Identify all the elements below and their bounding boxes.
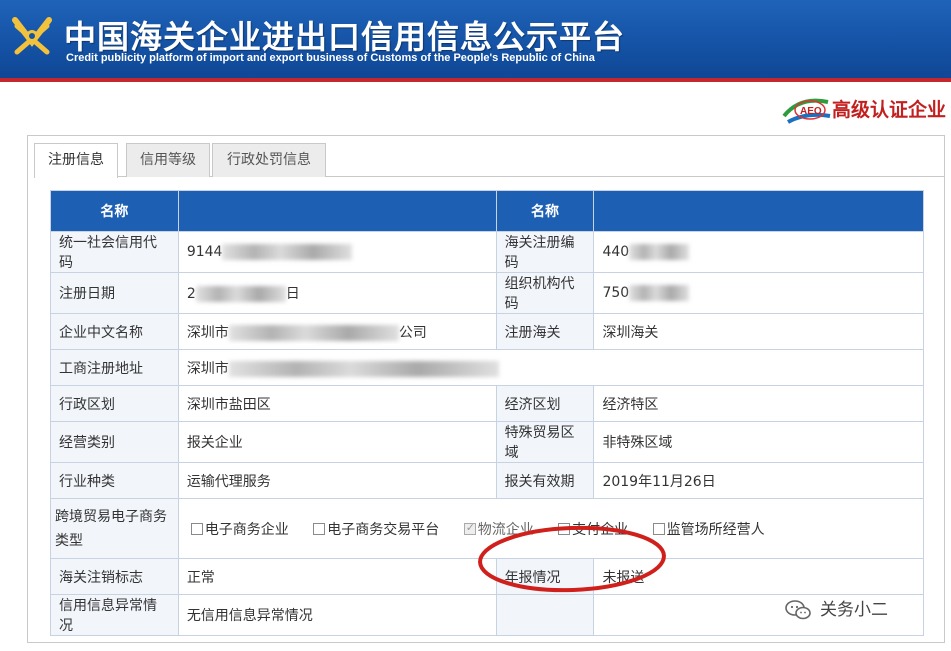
field-value: 深圳市 公司	[177, 313, 497, 350]
column-header-value	[593, 190, 924, 232]
tab-registration-info[interactable]: 注册信息	[34, 143, 118, 178]
table-row: 企业中文名称 深圳市 公司 注册海关 深圳海关	[50, 313, 924, 350]
field-value-text: 深圳市	[186, 360, 229, 377]
checkbox-label: 电子商务企业	[204, 521, 289, 538]
checkbox-label: 电子商务交易平台	[327, 521, 440, 538]
site-subtitle: Credit publicity platform of import and …	[66, 52, 595, 64]
field-value-text: 750	[602, 285, 630, 301]
field-label: 海关注册编码	[495, 231, 595, 273]
field-label: 跨境贸易电子商务类型	[50, 498, 179, 559]
field-label: 组织机构代码	[495, 272, 595, 314]
table-row: 统一社会信用代码 9144 海关注册编码 440	[50, 231, 924, 273]
field-value-text: 深圳市	[186, 324, 229, 341]
checkbox-box[interactable]	[190, 522, 203, 535]
field-value-suffix: 日	[285, 286, 300, 302]
column-header-value	[177, 190, 497, 232]
column-header-name: 名称	[50, 190, 179, 232]
aeo-label: AEO	[800, 106, 822, 117]
watermark: 关务小二	[784, 595, 888, 621]
customs-emblem-icon	[12, 17, 52, 55]
table-row: 行业种类 运输代理服务 报关有效期 2019年11月26日	[50, 462, 924, 499]
table-row: 注册日期 2日 组织机构代码 750	[50, 272, 924, 314]
redacted-blur	[195, 286, 286, 302]
field-value: 2019年11月26日	[593, 462, 924, 499]
field-label: 信用信息异常情况	[50, 594, 179, 636]
watermark-text: 关务小二	[820, 600, 888, 620]
field-value: 经济特区	[593, 385, 924, 422]
field-label: 注册日期	[50, 272, 179, 314]
field-value: 正常	[177, 558, 497, 595]
redacted-blur	[222, 244, 353, 260]
redacted-blur	[629, 285, 690, 301]
field-label: 统一社会信用代码	[50, 231, 179, 273]
redacted-blur	[629, 244, 690, 260]
field-value-text: 440	[602, 244, 630, 260]
field-value: 运输代理服务	[177, 462, 497, 499]
field-label: 注册海关	[495, 313, 595, 350]
field-label: 行业种类	[50, 462, 179, 499]
field-value-suffix: 公司	[398, 324, 427, 341]
field-label	[495, 594, 595, 636]
field-value: 深圳市盐田区	[177, 385, 497, 422]
site-header: 中国海关企业进出口信用信息公示平台 Credit publicity platf…	[0, 0, 951, 82]
checkbox-ecommerce-enterprise[interactable]: 电子商务企业	[190, 519, 289, 539]
field-label: 行政区划	[50, 385, 179, 422]
table-header-row: 名称 名称	[50, 190, 924, 232]
field-label: 海关注销标志	[50, 558, 179, 595]
field-label: 经营类别	[50, 421, 179, 463]
field-label: 特殊贸易区域	[495, 421, 595, 463]
field-value: 750	[593, 272, 924, 314]
field-value: 报关企业	[177, 421, 497, 463]
field-label: 报关有效期	[495, 462, 595, 499]
field-value: 无信用信息异常情况	[177, 594, 497, 636]
checkbox-box[interactable]	[313, 522, 326, 535]
table-row: 行政区划 深圳市盐田区 经济区划 经济特区	[50, 385, 924, 422]
field-value-text: 2	[186, 286, 196, 302]
field-label: 经济区划	[495, 385, 595, 422]
field-value: 440	[593, 231, 924, 273]
wechat-icon	[785, 600, 811, 620]
redacted-blur	[228, 360, 499, 377]
redacted-blur	[228, 324, 399, 341]
field-label: 工商注册地址	[50, 349, 179, 386]
field-value: 深圳市	[177, 349, 925, 386]
tab-bar: 注册信息 信用等级 行政处罚信息	[34, 143, 944, 178]
table-row: 经营类别 报关企业 特殊贸易区域 非特殊区域	[50, 421, 924, 463]
checkbox-label: 监管场所经营人	[666, 521, 765, 538]
column-header-name: 名称	[495, 190, 595, 232]
highlight-circle	[478, 525, 666, 593]
field-label: 企业中文名称	[50, 313, 179, 350]
checkbox-ecommerce-platform[interactable]: 电子商务交易平台	[313, 519, 439, 539]
tab-credit-level[interactable]: 信用等级	[126, 143, 210, 177]
table-row: 工商注册地址 深圳市	[50, 349, 925, 386]
field-value: 9144	[177, 231, 497, 273]
tab-penalty-info[interactable]: 行政处罚信息	[212, 143, 326, 177]
field-value: 2日	[177, 272, 497, 314]
field-value-text: 9144	[186, 244, 223, 260]
field-value: 深圳海关	[593, 313, 924, 350]
field-value: 非特殊区域	[593, 421, 924, 463]
aeo-badge-text: 高级认证企业	[832, 99, 947, 121]
